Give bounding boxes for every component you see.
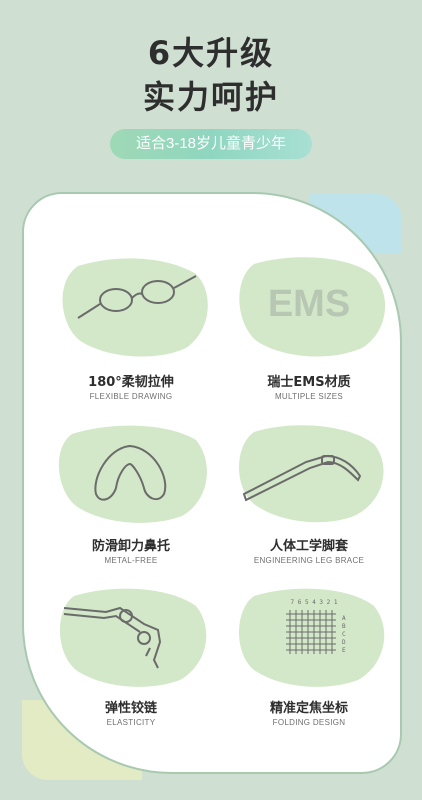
feature-title: 防滑卸力鼻托 <box>91 539 170 554</box>
feature-blob: EMS <box>224 252 394 362</box>
feature-blob <box>46 582 216 692</box>
feature-title: 弹性铰链 <box>104 701 157 716</box>
feature-subtitle: METAL-FREE <box>104 556 158 565</box>
svg-text:7 6 5 4 3 2 1: 7 6 5 4 3 2 1 <box>291 599 338 606</box>
svg-text:D: D <box>342 639 346 646</box>
feature-title: 瑞士EMS材质 <box>267 375 351 390</box>
feature-blob <box>46 252 216 362</box>
feature-subtitle: FOLDING DESIGN <box>272 718 346 727</box>
features-card: 180°柔韧拉伸 FLEXIBLE DRAWING EMS 瑞士EMS材质 MU… <box>22 192 402 774</box>
headline-line-2: 实力呵护 <box>142 78 279 116</box>
svg-text:C: C <box>342 631 346 638</box>
ems-logo: EMS <box>268 283 350 325</box>
feature-title: 精准定焦坐标 <box>269 701 348 716</box>
headline-line-1: 6大升级 <box>147 34 275 72</box>
feature-subtitle: ELASTICITY <box>106 718 156 727</box>
feature-blob: 7 6 5 4 3 2 1 A B C D E <box>224 582 394 692</box>
feature-title: 180°柔韧拉伸 <box>88 375 174 390</box>
svg-text:E: E <box>342 647 346 654</box>
svg-text:A: A <box>342 615 346 622</box>
svg-text:B: B <box>342 623 346 630</box>
feature-blob <box>46 418 216 528</box>
age-range-badge: 适合3-18岁儿童青少年 <box>110 129 312 159</box>
feature-subtitle: MULTIPLE SIZES <box>274 392 344 401</box>
feature-subtitle: ENGINEERING LEG BRACE <box>253 556 365 565</box>
feature-subtitle: FLEXIBLE DRAWING <box>89 392 173 401</box>
feature-blob <box>224 418 394 528</box>
feature-title: 人体工学脚套 <box>269 539 348 554</box>
